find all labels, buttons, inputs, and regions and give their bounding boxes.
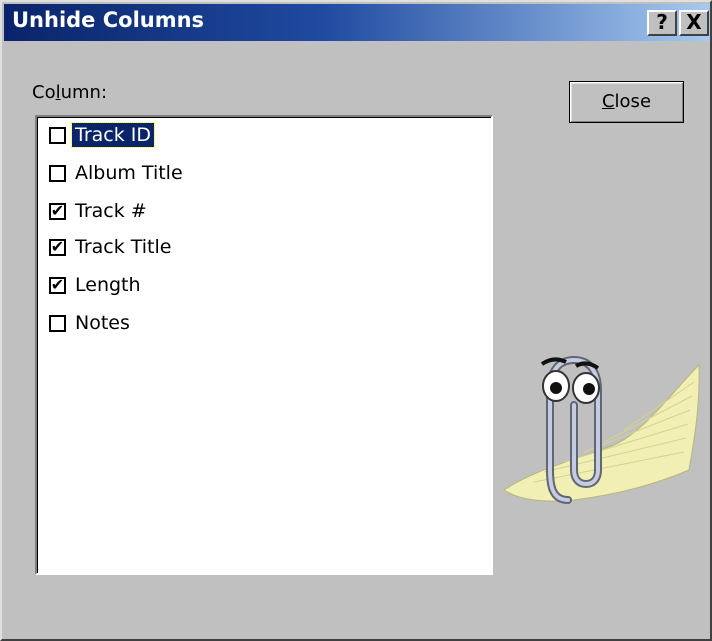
close-label-rest: lose	[614, 91, 652, 112]
close-button[interactable]: Close	[569, 81, 684, 123]
checkbox-notes[interactable]	[49, 314, 66, 332]
item-label: Notes	[75, 312, 130, 334]
unhide-columns-dialog: Unhide Columns ? X Column: Track ID Albu…	[0, 0, 712, 641]
title-bar[interactable]: Unhide Columns ? X	[4, 4, 710, 41]
help-button[interactable]: ?	[647, 10, 677, 36]
close-accelerator: C	[601, 91, 615, 112]
list-item-notes[interactable]: Notes	[49, 309, 133, 337]
list-item-length[interactable]: ✔ Length	[49, 271, 144, 299]
label-part-1: Co	[32, 82, 56, 103]
list-item-album-title[interactable]: Album Title	[49, 159, 186, 187]
list-item-track-title[interactable]: ✔ Track Title	[49, 233, 174, 261]
column-list-label: Column:	[32, 82, 107, 103]
office-assistant-paperclip-icon[interactable]	[494, 320, 704, 510]
label-part-2: umn:	[60, 82, 108, 103]
checkbox-track-title[interactable]: ✔	[49, 238, 66, 256]
item-label: Length	[75, 274, 141, 296]
item-label: Track Title	[75, 236, 172, 258]
list-item-track-id[interactable]: Track ID	[49, 121, 155, 149]
checkbox-track-number[interactable]: ✔	[49, 202, 66, 220]
item-label: Album Title	[75, 162, 183, 184]
item-label: Track ID	[71, 122, 155, 148]
left-pupil	[550, 382, 562, 394]
right-pupil	[583, 383, 595, 395]
item-label: Track #	[75, 200, 147, 222]
checkbox-track-id[interactable]	[49, 126, 66, 144]
window-close-button[interactable]: X	[679, 10, 709, 36]
window-title: Unhide Columns	[12, 8, 205, 32]
checkbox-album-title[interactable]	[49, 164, 66, 182]
column-checklist[interactable]: Track ID Album Title ✔ Track # ✔ Track T…	[35, 115, 493, 575]
checkbox-length[interactable]: ✔	[49, 276, 66, 294]
list-item-track-number[interactable]: ✔ Track #	[49, 197, 150, 225]
